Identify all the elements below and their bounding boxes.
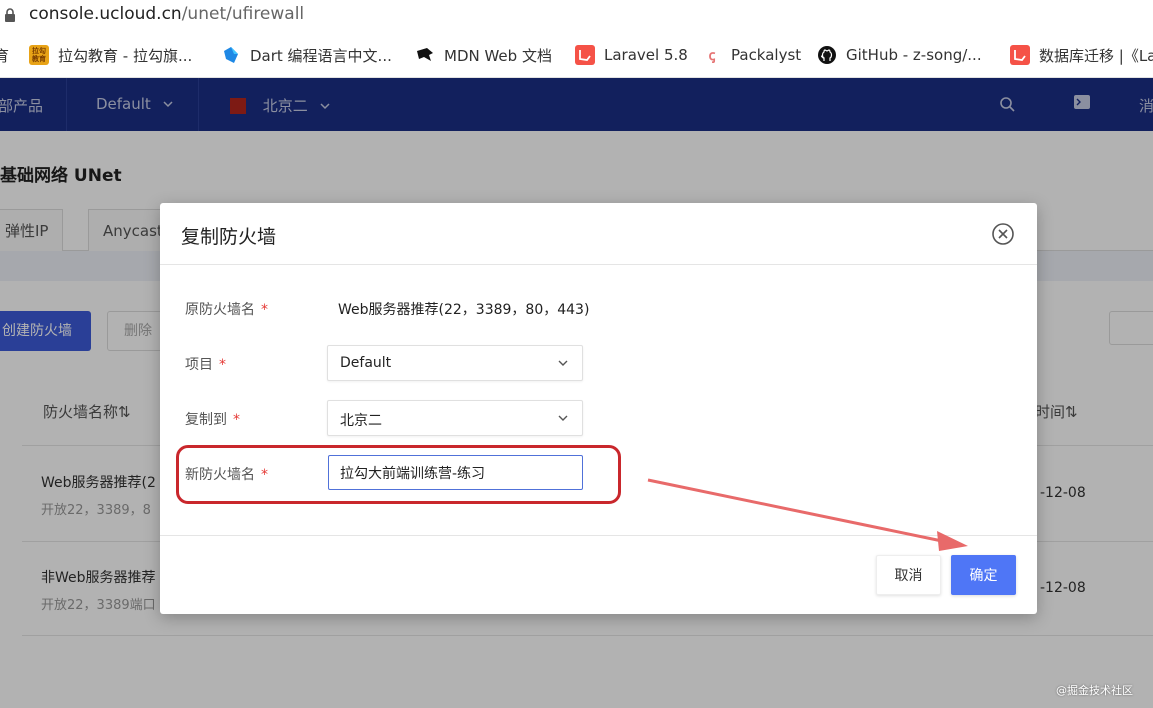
packalyst-icon: ꞔ bbox=[708, 47, 716, 64]
copy-firewall-dialog: 复制防火墙 原防火墙名 * Web服务器推荐(22，3389，80，443) 项目… bbox=[160, 203, 1037, 614]
bookmark-label: Dart 编程语言中文... bbox=[250, 46, 392, 65]
bookmarks-bar: 育 拉勾 教育 拉勾教育 - 拉勾旗... Dart 编程语言中文... MDN … bbox=[0, 32, 1153, 78]
chevron-down-icon bbox=[558, 360, 568, 366]
dialog-footer-divider bbox=[160, 535, 1037, 536]
project-label: 项目 * bbox=[185, 357, 226, 373]
bookmark-label: 拉勾教育 - 拉勾旗... bbox=[58, 46, 193, 65]
project-select[interactable]: Default bbox=[327, 345, 583, 381]
bookmark-github[interactable]: GitHub - z-song/... bbox=[817, 44, 982, 66]
dialog-title: 复制防火墙 bbox=[181, 226, 277, 248]
github-icon bbox=[818, 46, 836, 64]
region-select-value: 北京二 bbox=[340, 413, 382, 429]
region-select[interactable]: 北京二 bbox=[327, 400, 583, 436]
confirm-button[interactable]: 确定 bbox=[951, 555, 1016, 595]
watermark: @掘金技术社区 bbox=[1056, 684, 1133, 697]
bookmark-mdn[interactable]: MDN Web 文档 bbox=[415, 44, 552, 66]
required-mark: * bbox=[261, 302, 268, 318]
bookmark-label: 数据库迁移 |《La bbox=[1039, 46, 1153, 65]
dart-icon bbox=[224, 47, 238, 63]
url-path: /unet/ufirewall bbox=[181, 4, 305, 24]
lock-icon bbox=[5, 8, 15, 22]
address-bar[interactable]: console.ucloud.cn/unet/ufirewall bbox=[0, 0, 1153, 32]
mdn-icon bbox=[417, 48, 433, 61]
url-text[interactable]: console.ucloud.cn/unet/ufirewall bbox=[29, 4, 304, 24]
bookmark-label: MDN Web 文档 bbox=[444, 46, 552, 65]
close-icon[interactable] bbox=[991, 222, 1015, 246]
required-mark: * bbox=[219, 357, 226, 373]
original-name-label: 原防火墙名 * bbox=[185, 302, 268, 318]
required-mark: * bbox=[233, 412, 240, 428]
url-host: console.ucloud.cn bbox=[29, 4, 182, 24]
bookmark-packalyst[interactable]: ꞔ Packalyst bbox=[702, 44, 802, 66]
laravel-china-icon bbox=[1010, 45, 1030, 65]
bookmark-label: Laravel 5.8 bbox=[604, 46, 688, 64]
chevron-down-icon bbox=[558, 415, 568, 421]
annotation-highlight-box bbox=[176, 445, 621, 504]
cancel-button[interactable]: 取消 bbox=[876, 555, 941, 595]
bookmark-dart[interactable]: Dart 编程语言中文... bbox=[221, 44, 392, 66]
lagou-icon: 拉勾 教育 bbox=[29, 45, 49, 65]
bookmark-cut[interactable]: 育 bbox=[0, 44, 9, 66]
bookmark-label: 育 bbox=[0, 46, 10, 65]
laravel-icon bbox=[575, 45, 595, 65]
bookmark-lagou[interactable]: 拉勾 教育 拉勾教育 - 拉勾旗... bbox=[29, 44, 192, 66]
dialog-header: 复制防火墙 bbox=[160, 203, 1037, 265]
original-name-value: Web服务器推荐(22，3389，80，443) bbox=[338, 302, 590, 318]
copy-to-label: 复制到 * bbox=[185, 412, 240, 428]
project-select-value: Default bbox=[340, 355, 392, 371]
bookmark-label: Packalyst bbox=[731, 46, 802, 64]
bookmark-laravel[interactable]: Laravel 5.8 bbox=[575, 44, 688, 66]
bookmark-label: GitHub - z-song/... bbox=[846, 46, 982, 64]
bookmark-laravel-china[interactable]: 数据库迁移 |《La bbox=[1010, 44, 1153, 66]
